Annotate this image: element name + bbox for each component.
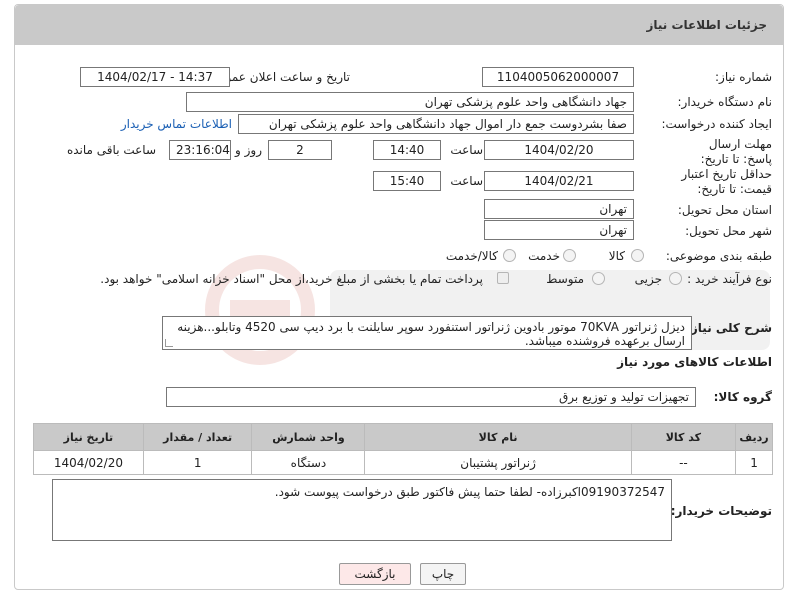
need-number-label: شماره نیاز: (715, 70, 772, 84)
goods-section-title: اطلاعات کالاهای مورد نیاز (617, 355, 772, 369)
process-label: نوع فرآیند خرید : (687, 272, 772, 286)
cell-row: 1 (735, 450, 773, 475)
province-label: استان محل تحویل: (677, 203, 772, 217)
buyer-notes-textarea[interactable]: 09190372547اکبرزاده- لطفا حتما پیش فاکتو… (52, 479, 672, 541)
col-quantity: تعداد / مقدار (142, 423, 253, 451)
goods-table: ردیف کد کالا نام کالا واحد شمارش تعداد /… (33, 423, 773, 475)
goods-table-header: ردیف کد کالا نام کالا واحد شمارش تعداد /… (33, 423, 773, 451)
province-field: تهران (484, 199, 634, 219)
process-option-medium: متوسط (546, 272, 584, 286)
price-date-field: 1404/02/21 (484, 171, 634, 191)
cell-code: -- (630, 450, 737, 475)
price-time-label: ساعت (450, 174, 483, 188)
goods-group-label: گروه کالا: (713, 390, 772, 404)
cell-need-date: 1404/02/20 (33, 450, 144, 475)
process-option-minor: جزیی (634, 272, 662, 286)
cell-quantity: 1 (142, 450, 253, 475)
description-text: دیزل ژنراتور 70KVA موتور بادوین ژنراتور … (177, 320, 685, 348)
process-radio-medium[interactable] (592, 272, 605, 285)
cell-name: ژنراتور پشتیبان (364, 450, 632, 475)
price-validity-label: حداقل تاریخ اعتبار قیمت: تا تاریخ: (681, 167, 772, 196)
category-option-goods: کالا (608, 249, 625, 263)
buyer-notes-label: توضیحات خریدار: (670, 504, 772, 518)
print-button[interactable]: چاپ (420, 563, 466, 585)
process-radio-minor[interactable] (669, 272, 682, 285)
days-remaining-field: 2 (268, 140, 332, 160)
panel-title: جزئیات اطلاعات نیاز (646, 18, 767, 32)
announce-date-field: 1404/02/17 - 14:37 (80, 67, 230, 87)
remaining-time-label: ساعت باقی مانده (66, 143, 156, 157)
category-option-both: کالا/خدمت (445, 249, 498, 263)
resize-grip[interactable] (165, 339, 173, 347)
description-textarea[interactable]: دیزل ژنراتور 70KVA موتور بادوین ژنراتور … (162, 316, 692, 350)
creator-field: صفا بشردوست جمع دار اموال جهاد دانشگاهی … (238, 114, 634, 134)
col-need-date: تاریخ نیاز (33, 423, 144, 451)
need-number-field: 1104005062000007 (482, 67, 634, 87)
city-field: تهران (484, 220, 634, 240)
col-code: کد کالا (630, 423, 737, 451)
reply-deadline-label: مهلت ارسال پاسخ: تا تاریخ: (700, 137, 772, 166)
creator-label: ایجاد کننده درخواست: (661, 117, 772, 131)
price-time-field: 15:40 (373, 171, 441, 191)
buyer-contact-link[interactable]: اطلاعات تماس خریدار (121, 117, 232, 131)
category-radio-both[interactable] (503, 249, 516, 262)
buyer-org-field: جهاد دانشگاهی واحد علوم پزشکی تهران (186, 92, 634, 112)
buyer-org-label: نام دستگاه خریدار: (677, 95, 773, 109)
goods-group-field: تجهیزات تولید و توزیع برق (166, 387, 696, 407)
col-row: ردیف (735, 423, 773, 451)
panel-header: جزئیات اطلاعات نیاز (15, 5, 783, 45)
city-label: شهر محل تحویل: (685, 224, 772, 238)
reply-date-field: 1404/02/20 (484, 140, 634, 160)
col-name: نام کالا (364, 423, 632, 451)
days-label: روز و (235, 143, 262, 157)
category-radio-goods[interactable] (631, 249, 644, 262)
category-radio-service[interactable] (563, 249, 576, 262)
category-option-service: خدمت (528, 249, 560, 263)
reply-time-field: 14:40 (373, 140, 441, 160)
treasury-checkbox[interactable] (497, 272, 509, 284)
col-unit: واحد شمارش (251, 423, 366, 451)
buyer-notes-text: 09190372547اکبرزاده- لطفا حتما پیش فاکتو… (274, 485, 665, 499)
table-row: 1 -- ژنراتور پشتیبان دستگاه 1 1404/02/20 (33, 450, 773, 475)
back-button[interactable]: بازگشت (339, 563, 411, 585)
cell-unit: دستگاه (251, 450, 366, 475)
category-label: طبقه بندی موضوعی: (665, 249, 772, 263)
treasury-note: پرداخت تمام یا بخشی از مبلغ خرید،از محل … (100, 272, 483, 286)
description-label: شرح کلی نیاز: (686, 321, 772, 335)
reply-time-label: ساعت (450, 143, 483, 157)
remaining-time-field: 23:16:04 (169, 140, 231, 160)
